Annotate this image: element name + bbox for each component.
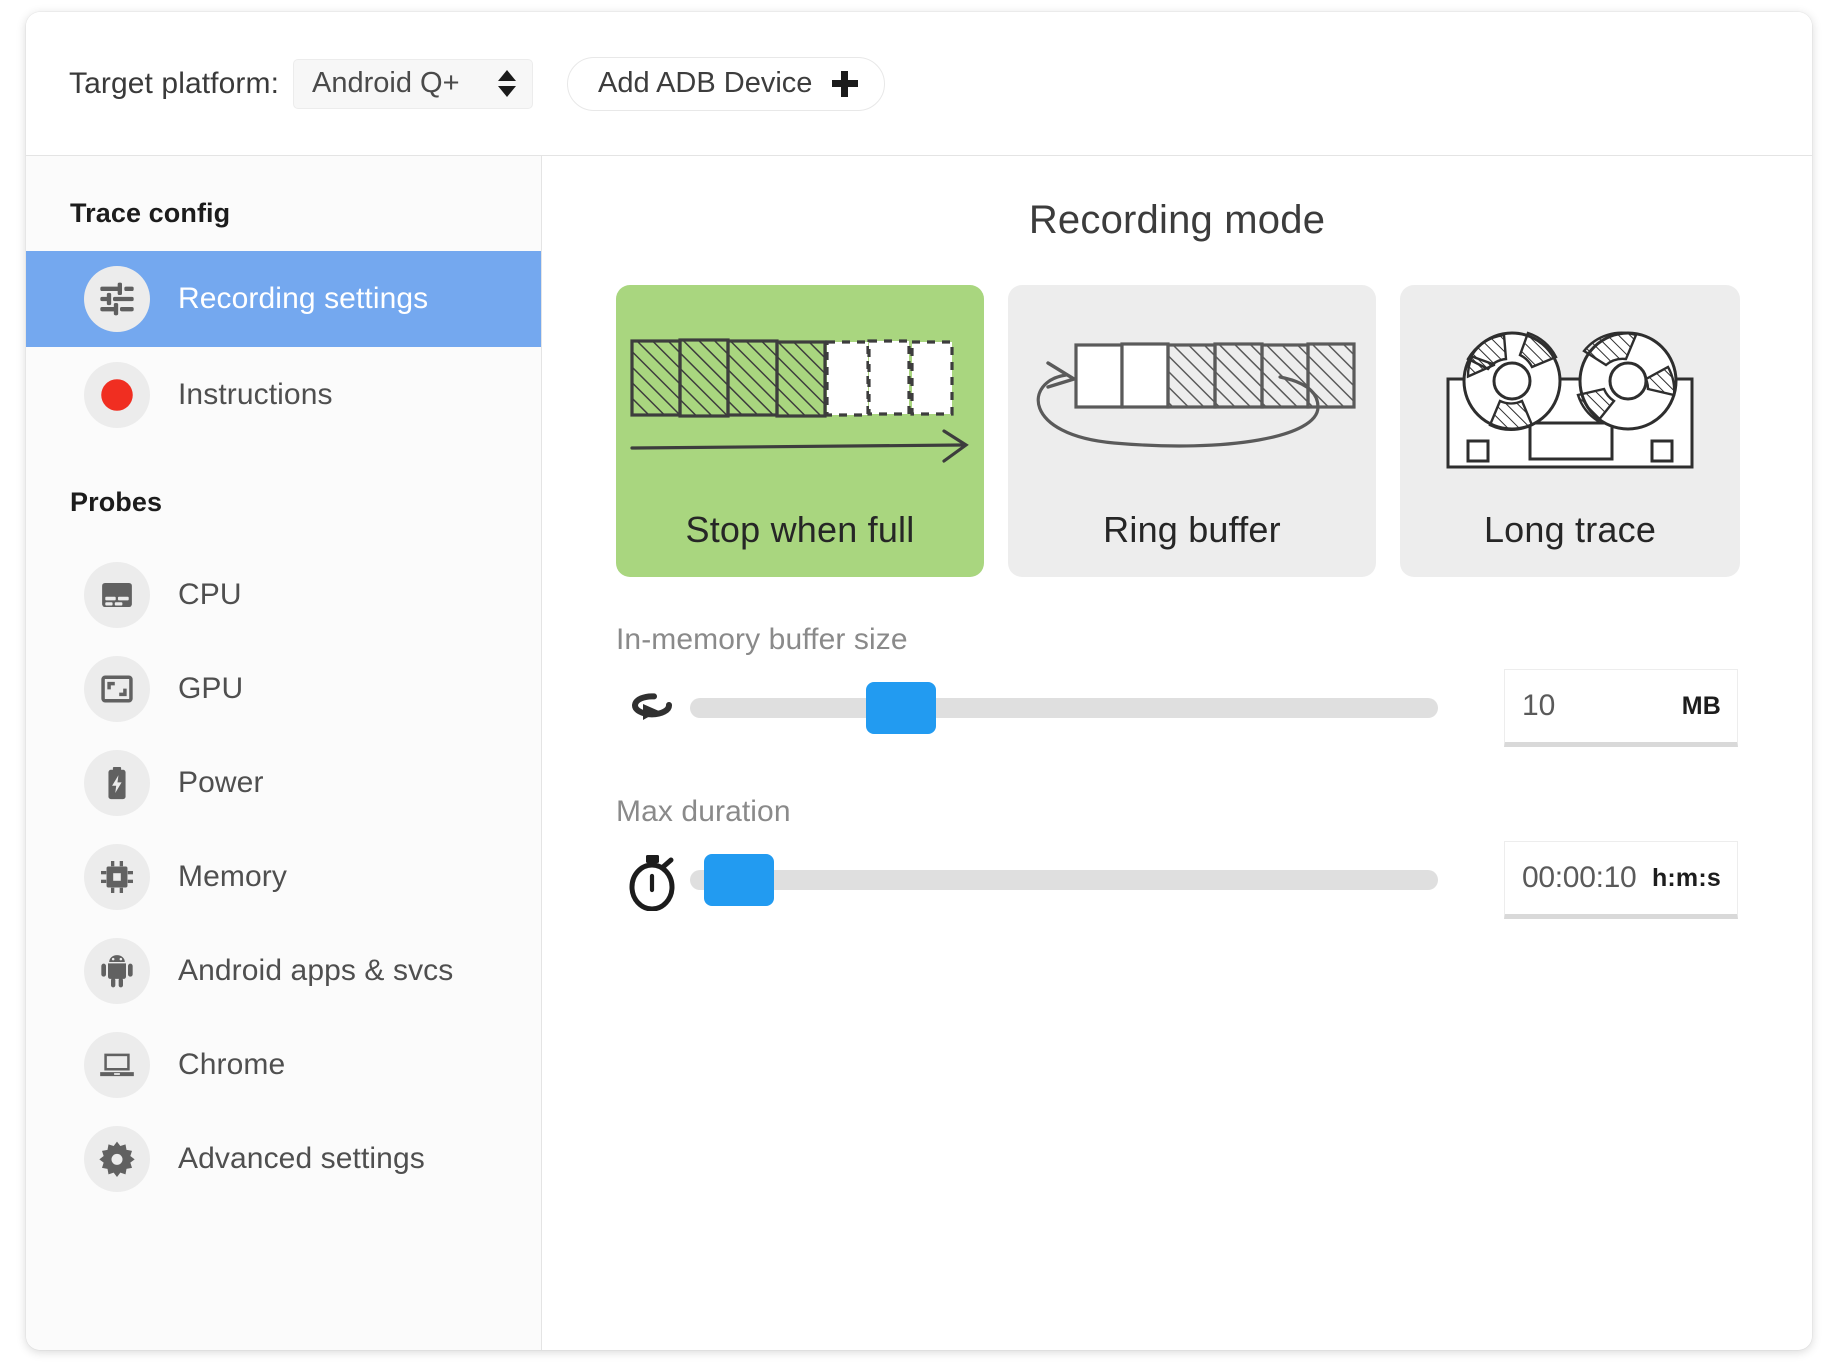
- sidebar-item-instructions[interactable]: Instructions: [26, 347, 541, 443]
- target-platform-value: Android Q+: [312, 67, 460, 100]
- android-robot-icon: [84, 938, 150, 1004]
- add-adb-device-button[interactable]: Add ADB Device: [567, 57, 885, 111]
- target-platform-select[interactable]: Android Q+: [293, 59, 533, 109]
- target-platform-label: Target platform:: [69, 67, 279, 101]
- sidebar-item-label: Power: [178, 766, 264, 800]
- tape-reel-recorder-icon: [1410, 307, 1730, 509]
- mode-card-label: Long trace: [1484, 509, 1656, 551]
- max-duration-value: 00:00:10: [1522, 861, 1636, 895]
- gpu-screen-icon: [84, 656, 150, 722]
- plus-icon: [832, 71, 858, 97]
- sidebar-item-label: Recording settings: [178, 282, 428, 316]
- mode-card-label: Ring buffer: [1103, 509, 1281, 551]
- sidebar-item-label: Advanced settings: [178, 1142, 425, 1176]
- sidebar-section-trace-config: Trace config: [26, 180, 541, 251]
- sidebar-section-probes: Probes: [26, 443, 541, 548]
- buffer-size-value-field[interactable]: 10 MB: [1504, 669, 1738, 747]
- memory-chip-icon: [84, 844, 150, 910]
- ring-buffer-loop-icon: [1018, 307, 1366, 509]
- sidebar-item-android-apps[interactable]: Android apps & svcs: [26, 924, 541, 1018]
- sidebar-item-label: Memory: [178, 860, 287, 894]
- sidebar-item-gpu[interactable]: GPU: [26, 642, 541, 736]
- sidebar-item-label: Chrome: [178, 1048, 285, 1082]
- sidebar: Trace config Recording sett: [26, 156, 542, 1350]
- buffer-size-value: 10: [1522, 689, 1555, 723]
- tune-sliders-icon: [84, 266, 150, 332]
- battery-bolt-icon: [84, 750, 150, 816]
- mode-card-stop-when-full[interactable]: Stop when full: [616, 285, 984, 577]
- mode-card-ring-buffer[interactable]: Ring buffer: [1008, 285, 1376, 577]
- top-toolbar: Target platform: Android Q+ Add ADB Devi…: [26, 12, 1812, 156]
- sidebar-item-label: Instructions: [178, 378, 333, 412]
- sidebar-item-label: Android apps & svcs: [178, 954, 453, 988]
- recording-mode-title: Recording mode: [604, 198, 1750, 243]
- max-duration-setting: Max duration: [604, 795, 1750, 919]
- add-adb-device-label: Add ADB Device: [598, 67, 812, 100]
- buffer-size-unit: MB: [1682, 692, 1721, 721]
- cpu-chip-icon: [84, 562, 150, 628]
- panel-body: Trace config Recording sett: [26, 156, 1812, 1350]
- sidebar-item-chrome[interactable]: Chrome: [26, 1018, 541, 1112]
- max-duration-unit: h:m:s: [1652, 864, 1721, 893]
- updown-spinner-icon: [498, 70, 516, 97]
- record-dot-icon: [84, 362, 150, 428]
- sidebar-item-cpu[interactable]: CPU: [26, 548, 541, 642]
- stopwatch-icon: [616, 845, 690, 919]
- sidebar-item-label: GPU: [178, 672, 243, 706]
- sidebar-item-memory[interactable]: Memory: [26, 830, 541, 924]
- slider-thumb[interactable]: [866, 682, 936, 734]
- gear-icon: [84, 1126, 150, 1192]
- sidebar-item-recording-settings[interactable]: Recording settings: [26, 251, 541, 347]
- buffer-loop-arrow-icon: [616, 673, 690, 747]
- sidebar-item-power[interactable]: Power: [26, 736, 541, 830]
- recording-mode-options: Stop when full: [604, 285, 1750, 577]
- recording-config-panel: Target platform: Android Q+ Add ADB Devi…: [26, 12, 1812, 1350]
- mode-card-long-trace[interactable]: Long trace: [1400, 285, 1740, 577]
- slider-track: [690, 870, 1438, 890]
- max-duration-label: Max duration: [616, 795, 1738, 829]
- main-content: Recording mode: [542, 156, 1812, 1350]
- mode-card-label: Stop when full: [686, 509, 915, 551]
- in-memory-buffer-size-setting: In-memory buffer size 10 MB: [604, 623, 1750, 747]
- sidebar-item-advanced-settings[interactable]: Advanced settings: [26, 1112, 541, 1206]
- sidebar-item-label: CPU: [178, 578, 242, 612]
- linear-buffer-arrow-icon: [626, 307, 974, 509]
- slider-thumb[interactable]: [704, 854, 774, 906]
- max-duration-slider[interactable]: [690, 843, 1472, 917]
- max-duration-value-field[interactable]: 00:00:10 h:m:s: [1504, 841, 1738, 919]
- laptop-icon: [84, 1032, 150, 1098]
- buffer-size-label: In-memory buffer size: [616, 623, 1738, 657]
- buffer-size-slider[interactable]: [690, 671, 1472, 745]
- slider-track: [690, 698, 1438, 718]
